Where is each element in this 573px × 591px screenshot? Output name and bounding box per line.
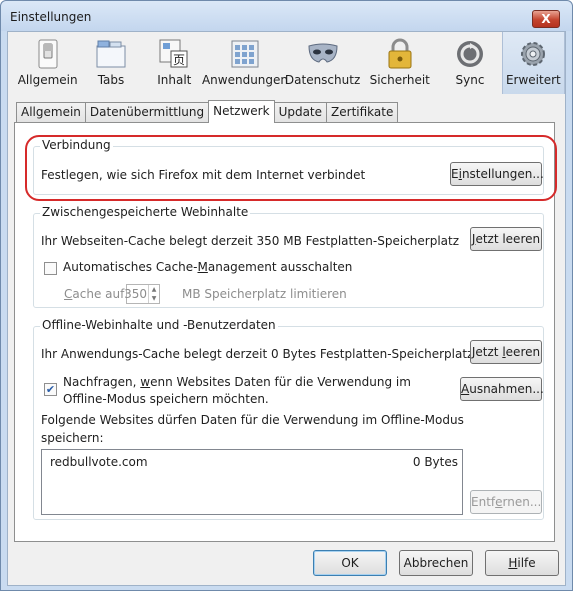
cache-size-value: 350 — [124, 287, 147, 301]
sync-icon — [454, 38, 486, 70]
pane-label: Datenschutz — [284, 73, 361, 87]
cancel-button[interactable]: Abbrechen — [399, 550, 473, 576]
cache-description: Ihr Webseiten-Cache belegt derzeit 350 M… — [41, 234, 460, 248]
preferences-window: Einstellungen X Allgemein Tabs 页 Inhalt … — [0, 0, 573, 591]
site-host: redbullvote.com — [50, 455, 148, 469]
tab-update[interactable]: Update — [273, 102, 328, 122]
allowed-sites-label: Folgende Websites dürfen Daten für die V… — [41, 413, 464, 427]
pane-label: Sicherheit — [369, 73, 430, 87]
pane-erweitert[interactable]: Erweitert — [501, 32, 565, 94]
pane-datenschutz[interactable]: Datenschutz — [284, 32, 361, 94]
tabs-icon — [95, 38, 127, 70]
pane-allgemein[interactable]: Allgemein — [16, 32, 79, 94]
group-title: Offline-Webinhalte und -Benutzerdaten — [40, 318, 278, 332]
offline-ask-label-line2: Offline-Modus speichern möchten. — [63, 392, 269, 406]
cache-size-stepper[interactable]: 350 ▲ ▼ — [124, 284, 160, 304]
pane-tabs[interactable]: Tabs — [79, 32, 142, 94]
pane-sync[interactable]: Sync — [438, 32, 501, 94]
help-button[interactable]: Hilfe — [485, 550, 559, 576]
mask-icon — [307, 38, 339, 70]
tab-allgemein[interactable]: Allgemein — [16, 102, 86, 122]
preferences-toolbar: Allgemein Tabs 页 Inhalt Anwendungen Date… — [8, 32, 565, 94]
tab-netzwerk[interactable]: Netzwerk — [208, 100, 275, 123]
group-title: Zwischengespeicherte Webinhalte — [40, 205, 251, 219]
ok-button[interactable]: OK — [313, 550, 387, 576]
offline-group: Offline-Webinhalte und -Benutzerdaten Ih… — [33, 318, 544, 520]
highlight-annotation — [25, 135, 557, 201]
site-size: 0 Bytes — [412, 455, 458, 469]
pane-label: Erweitert — [505, 73, 561, 87]
allowed-sites-label-line2: speichern: — [41, 431, 104, 445]
offline-ask-label: Nachfragen, wenn Websites Daten für die … — [63, 375, 411, 389]
pane-inhalt[interactable]: 页 Inhalt — [143, 32, 206, 94]
clear-offline-button[interactable]: Jetzt leeren — [470, 340, 542, 364]
cache-limit-suffix: MB Speicherplatz limitieren — [182, 287, 347, 301]
close-button[interactable]: X — [532, 10, 560, 28]
padlock-icon — [384, 38, 416, 70]
client-area: Allgemein Tabs 页 Inhalt Anwendungen Date… — [7, 31, 566, 586]
offline-ask-checkbox[interactable]: ✔ — [44, 383, 57, 396]
cache-override-label: Automatisches Cache-Management ausschalt… — [63, 260, 353, 274]
offline-sites-list[interactable]: redbullvote.com 0 Bytes — [41, 449, 463, 515]
remove-site-button[interactable]: Entfernen... — [470, 490, 542, 514]
pane-label: Inhalt — [157, 73, 192, 87]
title-bar[interactable]: Einstellungen X — [1, 1, 572, 31]
gear-icon — [517, 38, 549, 70]
window-title: Einstellungen — [10, 10, 92, 24]
tab-datenuebermittlung[interactable]: Datenübermittlung — [84, 102, 210, 122]
pane-label: Anwendungen — [201, 73, 289, 87]
switch-icon — [32, 38, 64, 70]
exceptions-button[interactable]: Ausnahmen... — [460, 377, 544, 401]
cache-group: Zwischengespeicherte Webinhalte Ihr Webs… — [33, 205, 544, 308]
content-icon: 页 — [158, 38, 190, 70]
pane-label: Allgemein — [17, 73, 78, 87]
pane-sicherheit[interactable]: Sicherheit — [361, 32, 438, 94]
pane-anwendungen[interactable]: Anwendungen — [202, 32, 288, 94]
applications-icon — [229, 38, 261, 70]
list-item[interactable]: redbullvote.com 0 Bytes — [42, 450, 462, 470]
clear-cache-button[interactable]: Jetzt leeren — [470, 227, 542, 251]
tab-zertifikate[interactable]: Zertifikate — [326, 102, 399, 122]
pane-label: Sync — [455, 73, 485, 87]
advanced-tabs: Allgemein Datenübermittlung Netzwerk Upd… — [16, 100, 399, 123]
offline-description: Ihr Anwendungs-Cache belegt derzeit 0 By… — [41, 347, 474, 361]
cache-override-checkbox[interactable] — [44, 262, 57, 275]
cache-limit-label: Cache auf — [64, 287, 125, 301]
svg-text:页: 页 — [173, 53, 185, 67]
pane-label: Tabs — [97, 73, 125, 87]
stepper-arrows-icon[interactable]: ▲ ▼ — [148, 285, 159, 303]
